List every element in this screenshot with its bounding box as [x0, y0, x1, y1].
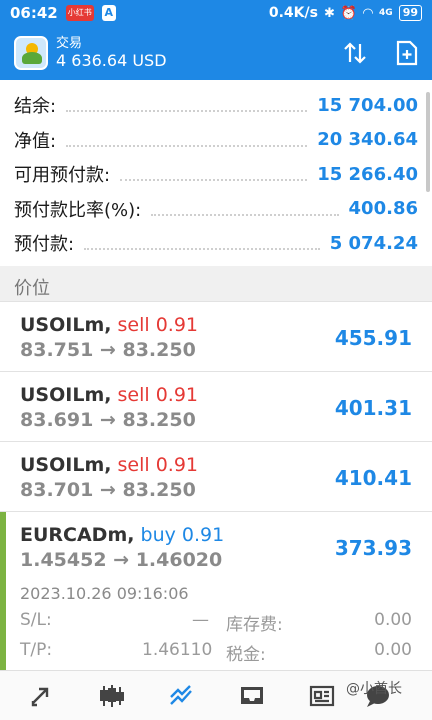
- position-profit: 410.41: [334, 466, 412, 490]
- summary-value: 5 074.24: [329, 232, 418, 254]
- position-open-time: 2023.10.26 09:16:06: [20, 584, 189, 603]
- sl-label: S/L:: [20, 610, 52, 630]
- clock: 06:42: [10, 4, 58, 22]
- battery-icon: 99: [398, 5, 422, 21]
- app-bar: 交易 4 636.64 USD: [0, 26, 432, 80]
- profit-total: 4 636.64 USD: [56, 51, 167, 70]
- position-profit: 401.31: [334, 396, 412, 420]
- swap-value: 0.00: [374, 610, 412, 630]
- position-side: sell 0.91: [117, 454, 199, 476]
- position-profit: 373.93: [334, 536, 412, 560]
- tax-label: 税金:: [226, 645, 266, 665]
- summary-row-margin-level: 预付款比率(%): 400.86: [0, 192, 432, 227]
- summary-value: 400.86: [348, 198, 418, 220]
- sort-icon[interactable]: [340, 38, 370, 68]
- position-side: buy 0.91: [140, 524, 225, 546]
- account-logo-icon[interactable]: [14, 36, 48, 70]
- notification-badge-a: A: [101, 5, 116, 21]
- bluetooth-icon: ✱: [323, 5, 335, 21]
- status-bar: 06:42 小红书 A 0.4K/s ✱ ⏰ ◠ 4G 99: [0, 0, 432, 26]
- position-prices: 83.751 → 83.250: [20, 339, 196, 361]
- trade-icon[interactable]: [164, 681, 200, 711]
- summary-value: 20 340.64: [317, 129, 418, 151]
- watermark: @小酋长: [346, 681, 402, 697]
- signal-icon: 4G: [379, 8, 393, 18]
- summary-row-equity: 净值: 20 340.64: [0, 123, 432, 158]
- alarm-icon: ⏰: [340, 5, 358, 21]
- swap-label: 库存费:: [226, 615, 283, 635]
- position-prices: 83.701 → 83.250: [20, 479, 196, 501]
- position-side: sell 0.91: [117, 384, 199, 406]
- position-side: sell 0.91: [117, 314, 199, 336]
- scrollbar[interactable]: [426, 92, 430, 192]
- position-row-expanded[interactable]: EURCADm, buy 0.91 1.45452 → 1.46020 373.…: [0, 512, 432, 672]
- tp-value: 1.46110: [142, 640, 213, 660]
- network-speed: 0.4K/s: [268, 5, 318, 21]
- tp-label: T/P:: [20, 640, 53, 660]
- summary-label: 预付款比率(%):: [14, 199, 142, 221]
- position-symbol: EURCADm,: [20, 524, 135, 546]
- position-symbol: USOILm,: [20, 314, 112, 336]
- summary-label: 净值:: [14, 130, 57, 152]
- position-row[interactable]: USOILm, sell 0.91 83.751 → 83.250 455.91: [0, 302, 432, 372]
- summary-value: 15 704.00: [317, 94, 418, 116]
- chart-icon[interactable]: [94, 681, 130, 711]
- new-order-icon[interactable]: [392, 38, 422, 68]
- history-icon[interactable]: [234, 681, 270, 711]
- position-row[interactable]: USOILm, sell 0.91 83.691 → 83.250 401.31: [0, 372, 432, 442]
- position-symbol: USOILm,: [20, 454, 112, 476]
- section-header-positions: 价位: [0, 266, 432, 302]
- account-summary: 结余: 15 704.00 净值: 20 340.64 可用预付款: 15 26…: [0, 88, 432, 261]
- summary-row-margin: 预付款: 5 074.24: [0, 226, 432, 261]
- position-profit: 455.91: [334, 326, 412, 350]
- sl-value: —: [192, 610, 209, 630]
- notification-badge-red: 小红书: [65, 5, 94, 21]
- position-prices: 1.45452 → 1.46020: [20, 549, 223, 571]
- summary-row-balance: 结余: 15 704.00: [0, 88, 432, 123]
- position-row[interactable]: USOILm, sell 0.91 83.701 → 83.250 410.41: [0, 442, 432, 512]
- wifi-icon: ◠: [363, 5, 374, 21]
- page-title: 交易: [56, 36, 83, 51]
- news-icon[interactable]: [304, 681, 340, 711]
- quotes-icon[interactable]: [24, 681, 60, 711]
- summary-label: 结余:: [14, 96, 57, 118]
- tax-value: 0.00: [374, 640, 412, 660]
- summary-value: 15 266.40: [317, 163, 418, 185]
- summary-label: 预付款:: [14, 234, 75, 256]
- position-symbol: USOILm,: [20, 384, 112, 406]
- summary-row-free-margin: 可用预付款: 15 266.40: [0, 157, 432, 192]
- position-prices: 83.691 → 83.250: [20, 409, 196, 431]
- summary-label: 可用预付款:: [14, 165, 111, 187]
